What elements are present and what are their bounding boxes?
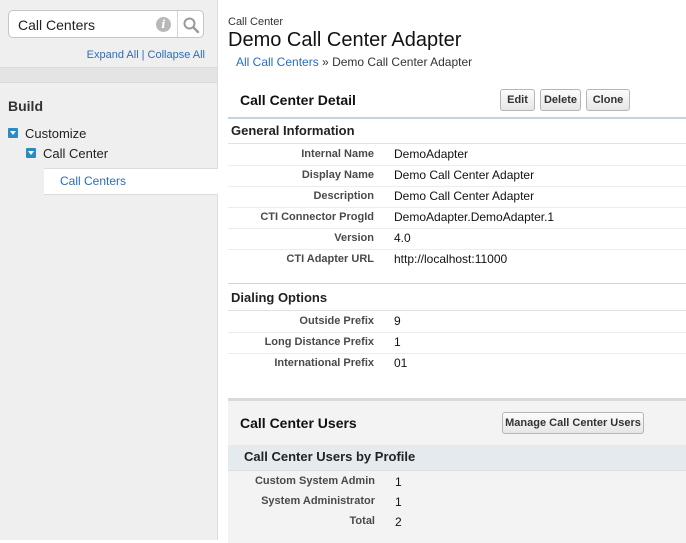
dialing-options-heading: Dialing Options (231, 290, 328, 305)
call-center-users-section: Call Center Users Manage Call Center Use… (228, 398, 686, 543)
field-row: CTI Adapter URL http://localhost:11000 (228, 249, 686, 270)
setup-sidebar: Call Centers i Expand All | Collapse All B… (0, 0, 218, 540)
general-information-heading: General Information (231, 123, 355, 138)
profile-count: 1 (395, 475, 402, 489)
tree-item-call-centers[interactable]: Call Centers (44, 168, 218, 195)
users-title: Call Center Users (240, 415, 357, 431)
tree-item-label: Customize (25, 126, 87, 141)
field-value: Demo Call Center Adapter (394, 168, 535, 182)
field-value: http://localhost:11000 (394, 252, 508, 266)
breadcrumb-link-all-call-centers[interactable]: All Call Centers (236, 55, 319, 69)
field-value: 1 (394, 335, 401, 349)
clone-button[interactable]: Clone (586, 89, 630, 111)
search-icon[interactable] (182, 16, 200, 34)
users-by-profile-heading: Call Center Users by Profile (244, 449, 416, 464)
build-heading: Build (8, 98, 43, 114)
field-value: DemoAdapter (394, 147, 469, 161)
breadcrumb-current: Demo Call Center Adapter (332, 55, 473, 69)
field-label: CTI Adapter URL (286, 253, 374, 265)
field-row: Description Demo Call Center Adapter (228, 186, 686, 208)
profile-label: Total (349, 515, 375, 527)
field-label: Display Name (301, 169, 374, 181)
profile-count: 1 (395, 495, 402, 509)
field-label: Internal Name (301, 148, 374, 160)
page-type: Call Center (228, 16, 284, 28)
manage-call-center-users-button[interactable]: Manage Call Center Users (502, 412, 644, 434)
profile-label: System Administrator (261, 495, 375, 507)
collapse-toggle-icon[interactable] (26, 148, 36, 158)
breadcrumb-separator: » (322, 55, 329, 69)
tree-item-label[interactable]: Call Centers (60, 174, 126, 188)
table-row: System Administrator 1 (228, 492, 686, 512)
field-label: Version (334, 232, 374, 244)
info-icon[interactable]: i (156, 17, 171, 32)
field-row: Outside Prefix 9 (228, 311, 686, 333)
table-row: Custom System Admin 1 (228, 472, 686, 492)
field-label: International Prefix (274, 357, 374, 369)
tree-item-label: Call Center (43, 146, 109, 161)
field-row: Long Distance Prefix 1 (228, 332, 686, 354)
divider (228, 283, 686, 284)
collapse-toggle-icon[interactable] (8, 128, 18, 138)
field-label: Description (313, 190, 374, 202)
field-value: Demo Call Center Adapter (394, 189, 535, 203)
field-row: Internal Name DemoAdapter (228, 144, 686, 166)
delete-button[interactable]: Delete (540, 89, 581, 111)
field-label: CTI Connector ProgId (260, 211, 374, 223)
page-title: Demo Call Center Adapter (228, 29, 462, 51)
setup-search-input[interactable]: Call Centers i (8, 10, 204, 38)
tree-controls-separator: | (141, 49, 145, 61)
detail-header: Call Center Detail Edit Delete Clone (228, 82, 686, 119)
search-value[interactable]: Call Centers (18, 17, 95, 33)
call-center-detail-section: Call Center Detail Edit Delete Clone Gen… (228, 82, 686, 370)
tree-controls: Expand All | Collapse All (87, 49, 205, 61)
main-content: Call Center Demo Call Center Adapter All… (218, 0, 686, 543)
field-label: Long Distance Prefix (264, 336, 374, 348)
table-row: Total 2 (228, 512, 686, 532)
field-value: 4.0 (394, 231, 411, 245)
breadcrumb: All Call Centers » Demo Call Center Adap… (236, 55, 472, 69)
field-row: CTI Connector ProgId DemoAdapter.DemoAda… (228, 207, 686, 229)
field-value: DemoAdapter.DemoAdapter.1 (394, 210, 555, 224)
search-divider (177, 11, 178, 37)
detail-title: Call Center Detail (240, 92, 356, 108)
sidebar-divider (0, 67, 217, 83)
field-value: 9 (394, 314, 401, 328)
field-label: Outside Prefix (299, 315, 374, 327)
edit-button[interactable]: Edit (500, 89, 535, 111)
users-by-profile-header: Call Center Users by Profile (228, 445, 686, 471)
field-value: 01 (394, 356, 408, 370)
field-row: Version 4.0 (228, 228, 686, 250)
expand-all-link[interactable]: Expand All (87, 49, 139, 61)
field-row: International Prefix 01 (228, 353, 686, 374)
profile-label: Custom System Admin (254, 475, 375, 487)
profile-count: 2 (395, 515, 402, 529)
field-row: Display Name Demo Call Center Adapter (228, 165, 686, 187)
collapse-all-link[interactable]: Collapse All (148, 49, 205, 61)
